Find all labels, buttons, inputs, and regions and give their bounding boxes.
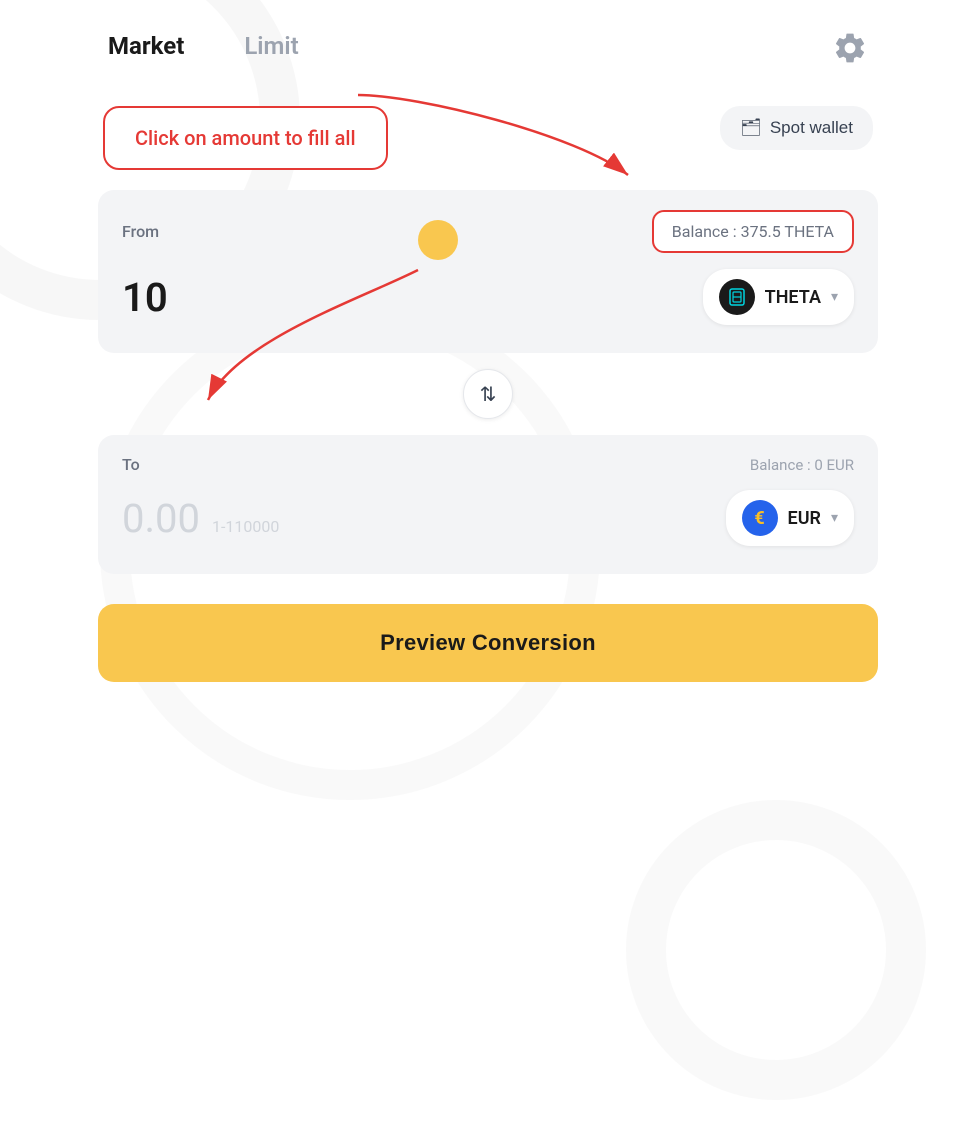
bg-watermark-3 bbox=[626, 800, 926, 1100]
tabs-row: Market Limit bbox=[98, 30, 878, 66]
click-hint-text: Click on amount to fill all bbox=[135, 126, 356, 150]
spot-wallet-label: Spot wallet bbox=[770, 118, 853, 138]
annotation-row: Click on amount to fill all 🗂 Spot walle… bbox=[98, 106, 878, 170]
click-hint-box[interactable]: Click on amount to fill all bbox=[103, 106, 388, 170]
to-amount-group: 0.00 1-110000 bbox=[122, 495, 279, 542]
to-card-body: 0.00 1-110000 € EUR ▾ bbox=[122, 490, 854, 546]
to-balance-text: Balance : 0 EUR bbox=[750, 456, 854, 474]
main-container: Market Limit Click on amount to fill all… bbox=[98, 30, 878, 682]
from-label: From bbox=[122, 222, 159, 241]
from-card-body: 10 THETA ▾ bbox=[122, 269, 854, 325]
to-token-selector[interactable]: € EUR ▾ bbox=[726, 490, 854, 546]
from-card: From Balance : 375.5 THETA 10 THETA ▾ bbox=[98, 190, 878, 353]
to-token-name: EUR bbox=[788, 508, 821, 529]
preview-conversion-button[interactable]: Preview Conversion bbox=[98, 604, 878, 682]
to-amount[interactable]: 0.00 bbox=[122, 495, 200, 542]
eur-icon: € bbox=[742, 500, 778, 536]
swap-row: ⇅ bbox=[98, 353, 878, 435]
yellow-dot bbox=[418, 220, 458, 260]
gear-icon[interactable] bbox=[832, 30, 868, 66]
from-token-chevron: ▾ bbox=[831, 289, 838, 305]
to-amount-range: 1-110000 bbox=[212, 517, 279, 536]
from-balance-badge[interactable]: Balance : 375.5 THETA bbox=[652, 210, 854, 253]
swap-icon: ⇅ bbox=[480, 382, 497, 407]
from-token-selector[interactable]: THETA ▾ bbox=[703, 269, 854, 325]
preview-btn-label: Preview Conversion bbox=[380, 630, 596, 655]
to-token-chevron: ▾ bbox=[831, 510, 838, 526]
from-card-header: From Balance : 375.5 THETA bbox=[122, 210, 854, 253]
tab-limit[interactable]: Limit bbox=[244, 32, 298, 64]
to-label: To bbox=[122, 455, 140, 474]
to-card-header: To Balance : 0 EUR bbox=[122, 455, 854, 474]
wallet-icon: 🗂 bbox=[740, 118, 762, 138]
from-token-name: THETA bbox=[765, 287, 821, 308]
spot-wallet-button[interactable]: 🗂 Spot wallet bbox=[720, 106, 873, 150]
from-amount[interactable]: 10 bbox=[122, 274, 168, 321]
from-balance-text: Balance : 375.5 THETA bbox=[672, 222, 834, 241]
swap-button[interactable]: ⇅ bbox=[463, 369, 513, 419]
tab-market[interactable]: Market bbox=[108, 32, 184, 64]
tabs-group: Market Limit bbox=[108, 32, 299, 64]
theta-icon bbox=[719, 279, 755, 315]
to-card: To Balance : 0 EUR 0.00 1-110000 € EUR ▾ bbox=[98, 435, 878, 574]
